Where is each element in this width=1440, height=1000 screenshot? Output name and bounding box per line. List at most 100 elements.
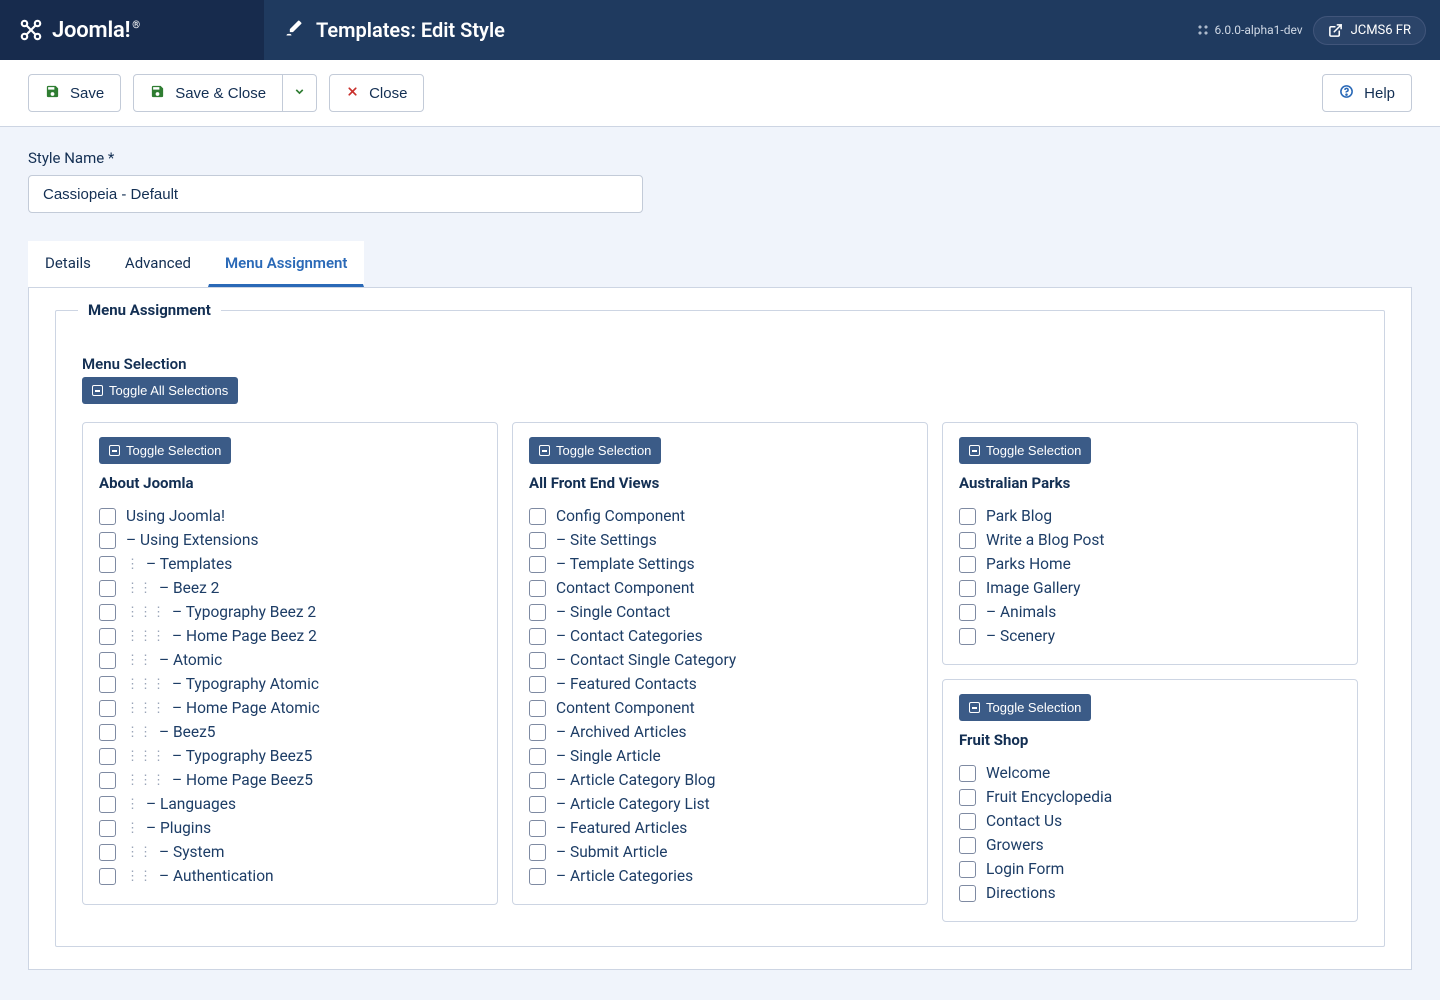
checkbox[interactable] (959, 837, 976, 854)
menu-item-label[interactable]: – Templates (146, 555, 232, 573)
checkbox[interactable] (99, 724, 116, 741)
site-link-pill[interactable]: JCMS6 FR (1313, 16, 1426, 45)
menu-item-label[interactable]: Config Component (556, 507, 685, 525)
menu-item-label[interactable]: – Home Page Beez5 (172, 771, 313, 789)
tab-menu-assignment[interactable]: Menu Assignment (208, 241, 364, 287)
help-button[interactable]: Help (1322, 74, 1412, 112)
checkbox[interactable] (959, 885, 976, 902)
menu-item-label[interactable]: Fruit Encyclopedia (986, 788, 1112, 806)
menu-item-label[interactable]: Welcome (986, 764, 1050, 782)
checkbox[interactable] (99, 676, 116, 693)
checkbox[interactable] (529, 820, 546, 837)
menu-item-label[interactable]: Parks Home (986, 555, 1071, 573)
menu-item-label[interactable]: Contact Component (556, 579, 695, 597)
menu-item-label[interactable]: – Home Page Atomic (172, 699, 320, 717)
menu-item-label[interactable]: Content Component (556, 699, 695, 717)
checkbox[interactable] (959, 508, 976, 525)
menu-item-label[interactable]: – Typography Beez5 (172, 747, 312, 765)
close-button[interactable]: Close (329, 74, 424, 112)
menu-item-label[interactable]: – Article Category Blog (556, 771, 715, 789)
checkbox[interactable] (529, 772, 546, 789)
version-badge[interactable]: 6.0.0-alpha1-dev (1197, 23, 1302, 37)
menu-item-label[interactable]: Growers (986, 836, 1044, 854)
menu-item-label[interactable]: – System (159, 843, 224, 861)
checkbox[interactable] (959, 628, 976, 645)
checkbox[interactable] (959, 765, 976, 782)
checkbox[interactable] (99, 868, 116, 885)
menu-item-label[interactable]: – Home Page Beez 2 (172, 627, 317, 645)
menu-item-label[interactable]: – Scenery (986, 627, 1055, 645)
checkbox[interactable] (99, 748, 116, 765)
menu-item-label[interactable]: Login Form (986, 860, 1064, 878)
menu-item-label[interactable]: – Beez5 (159, 723, 216, 741)
tab-details[interactable]: Details (28, 241, 108, 287)
checkbox[interactable] (529, 556, 546, 573)
checkbox[interactable] (529, 676, 546, 693)
checkbox[interactable] (99, 820, 116, 837)
menu-item-label[interactable]: – Archived Articles (556, 723, 687, 741)
menu-item-label[interactable]: – Using Extensions (126, 531, 258, 549)
checkbox[interactable] (959, 556, 976, 573)
checkbox[interactable] (529, 796, 546, 813)
checkbox[interactable] (529, 652, 546, 669)
menu-item-label[interactable]: – Typography Beez 2 (172, 603, 316, 621)
checkbox[interactable] (99, 652, 116, 669)
menu-item-label[interactable]: Using Joomla! (126, 507, 225, 525)
checkbox[interactable] (959, 580, 976, 597)
menu-item-label[interactable]: – Submit Article (556, 843, 667, 861)
menu-item-label[interactable]: – Article Category List (556, 795, 710, 813)
menu-item-label[interactable]: – Contact Single Category (556, 651, 736, 669)
save-close-button[interactable]: Save & Close (133, 74, 283, 112)
checkbox[interactable] (99, 604, 116, 621)
checkbox[interactable] (529, 508, 546, 525)
menu-item-label[interactable]: – Featured Articles (556, 819, 687, 837)
menu-item-label[interactable]: Image Gallery (986, 579, 1080, 597)
save-button[interactable]: Save (28, 74, 121, 112)
checkbox[interactable] (529, 868, 546, 885)
menu-item-label[interactable]: – Single Contact (556, 603, 670, 621)
checkbox[interactable] (529, 532, 546, 549)
toggle-selection-button[interactable]: Toggle Selection (959, 437, 1091, 464)
menu-item-label[interactable]: – Typography Atomic (172, 675, 319, 693)
checkbox[interactable] (99, 532, 116, 549)
menu-item-label[interactable]: Park Blog (986, 507, 1052, 525)
menu-item-label[interactable]: – Languages (146, 795, 236, 813)
checkbox[interactable] (529, 724, 546, 741)
menu-item-label[interactable]: Directions (986, 884, 1056, 902)
checkbox[interactable] (99, 700, 116, 717)
tab-advanced[interactable]: Advanced (108, 241, 208, 287)
menu-item-label[interactable]: – Template Settings (556, 555, 695, 573)
checkbox[interactable] (959, 604, 976, 621)
menu-item-label[interactable]: – Beez 2 (159, 579, 219, 597)
menu-item-label[interactable]: – Single Article (556, 747, 661, 765)
save-dropdown-toggle[interactable] (283, 74, 317, 112)
checkbox[interactable] (959, 813, 976, 830)
menu-item-label[interactable]: – Atomic (159, 651, 222, 669)
checkbox[interactable] (99, 556, 116, 573)
checkbox[interactable] (959, 861, 976, 878)
toggle-selection-button[interactable]: Toggle Selection (959, 694, 1091, 721)
menu-item-label[interactable]: – Site Settings (556, 531, 657, 549)
checkbox[interactable] (529, 700, 546, 717)
checkbox[interactable] (529, 580, 546, 597)
menu-item-label[interactable]: – Plugins (146, 819, 211, 837)
checkbox[interactable] (99, 508, 116, 525)
menu-item-label[interactable]: Contact Us (986, 812, 1062, 830)
checkbox[interactable] (99, 580, 116, 597)
toggle-all-selections-button[interactable]: Toggle All Selections (82, 377, 238, 404)
checkbox[interactable] (99, 628, 116, 645)
toggle-selection-button[interactable]: Toggle Selection (99, 437, 231, 464)
checkbox[interactable] (529, 844, 546, 861)
checkbox[interactable] (529, 628, 546, 645)
menu-item-label[interactable]: – Contact Categories (556, 627, 703, 645)
checkbox[interactable] (529, 748, 546, 765)
menu-item-label[interactable]: Write a Blog Post (986, 531, 1104, 549)
style-name-input[interactable] (28, 175, 643, 213)
checkbox[interactable] (99, 844, 116, 861)
menu-item-label[interactable]: – Animals (986, 603, 1056, 621)
checkbox[interactable] (99, 796, 116, 813)
menu-item-label[interactable]: – Featured Contacts (556, 675, 697, 693)
toggle-selection-button[interactable]: Toggle Selection (529, 437, 661, 464)
menu-item-label[interactable]: – Authentication (159, 867, 274, 885)
checkbox[interactable] (529, 604, 546, 621)
